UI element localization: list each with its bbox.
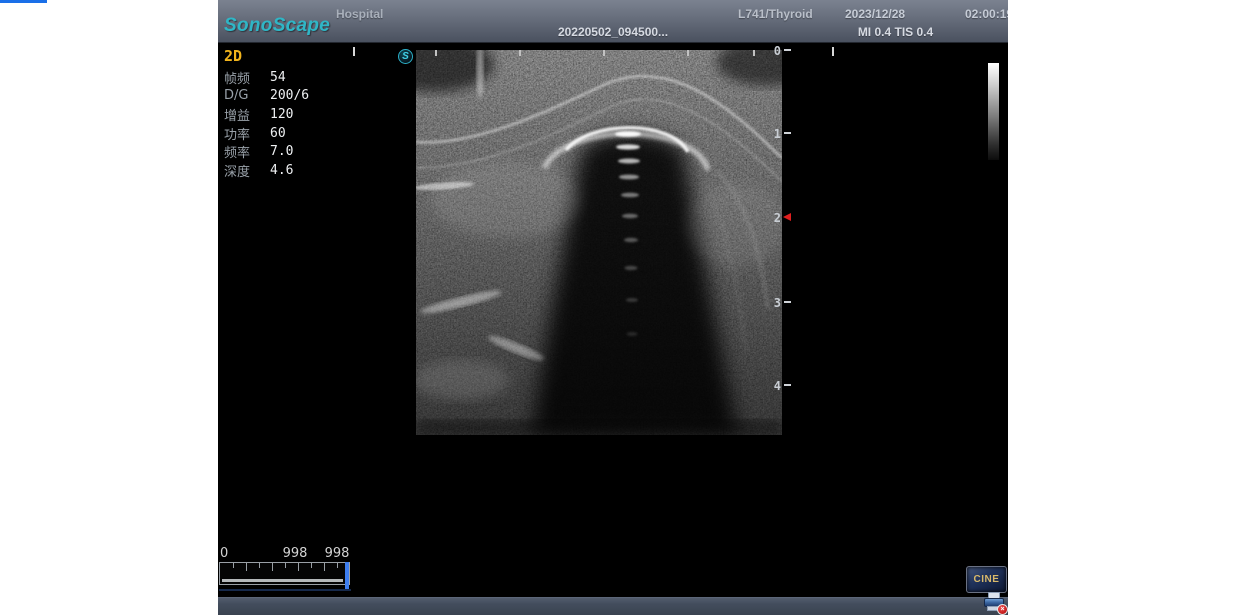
param-value: 60 <box>270 126 286 141</box>
ruler-tick <box>753 50 755 56</box>
cine-tick <box>311 563 312 568</box>
ruler-tick <box>687 50 689 56</box>
sonoscape-s-watermark-icon: S <box>398 49 413 64</box>
param-label: 深度 <box>224 161 270 180</box>
param-row: 增益 120 <box>224 105 354 124</box>
printer-status-icon[interactable]: × <box>984 592 1006 613</box>
param-label: 功率 <box>224 124 270 143</box>
cine-button[interactable]: CINE <box>966 566 1007 593</box>
exam-date: 2023/12/28 <box>845 7 905 21</box>
cine-tick <box>272 563 273 571</box>
depth-tick <box>784 301 791 303</box>
ultrasound-screen: SonoScape Hospital L741/Thyroid 2023/12/… <box>218 0 1008 615</box>
depth-tick-label: 2 <box>763 211 781 225</box>
param-row: D/G 200/6 <box>224 87 354 106</box>
cine-tick <box>259 563 260 568</box>
cine-progress-bar <box>222 579 343 582</box>
ruler-tick <box>832 47 834 56</box>
status-bar <box>218 597 1008 615</box>
mode-label: 2D <box>224 47 354 65</box>
param-value: 4.6 <box>270 163 293 178</box>
cine-scale-label: 998 <box>273 546 317 561</box>
cine-scale-label: 0 <box>220 546 228 561</box>
exam-time: 02:00:19 <box>965 7 1008 21</box>
param-value: 120 <box>270 107 293 122</box>
cine-position-marker[interactable] <box>345 562 349 590</box>
param-label: 增益 <box>224 105 270 124</box>
ruler-tick <box>435 50 437 56</box>
depth-tick <box>784 132 791 134</box>
cine-tick <box>324 563 325 571</box>
hospital-name: Hospital <box>336 7 383 21</box>
param-row: 频率 7.0 <box>224 142 354 161</box>
grayscale-map-bar <box>988 63 999 160</box>
screenshot-page: SonoScape Hospital L741/Thyroid 2023/12/… <box>0 0 1239 615</box>
param-value: 54 <box>270 70 286 85</box>
cine-loop-ruler[interactable] <box>219 562 350 585</box>
printer-error-badge-icon: × <box>997 604 1008 615</box>
ultrasound-image <box>416 50 782 435</box>
cine-scale-label: 998 <box>315 546 359 561</box>
browser-accent-line <box>0 0 47 3</box>
mi-tis-readout: MI 0.4 TIS 0.4 <box>828 25 963 39</box>
ruler-tick <box>519 50 521 56</box>
depth-tick-label: 1 <box>763 127 781 141</box>
depth-tick-label: 0 <box>763 44 781 58</box>
focus-position-marker-icon[interactable] <box>783 213 791 221</box>
depth-tick <box>784 49 791 51</box>
depth-tick-label: 4 <box>763 379 781 393</box>
cine-tick <box>337 563 338 568</box>
cine-tick <box>285 563 286 568</box>
param-row: 功率 60 <box>224 124 354 143</box>
header-bar: SonoScape Hospital L741/Thyroid 2023/12/… <box>218 0 1008 43</box>
cine-ruler-underline <box>219 589 351 591</box>
depth-tick-label: 3 <box>763 296 781 310</box>
param-value: 7.0 <box>270 144 293 159</box>
ruler-tick <box>353 47 355 56</box>
cine-tick <box>246 563 247 571</box>
param-row: 帧频 54 <box>224 68 354 87</box>
probe-preset: L741/Thyroid <box>738 7 813 21</box>
param-row: 深度 4.6 <box>224 161 354 180</box>
cine-tick <box>233 563 234 568</box>
param-label: D/G <box>224 88 270 103</box>
param-label: 频率 <box>224 142 270 161</box>
param-value: 200/6 <box>270 88 309 103</box>
parameter-panel: 2D 帧频 54 D/G 200/6 增益 120 功率 60 频率 7.0 <box>224 47 354 180</box>
param-label: 帧频 <box>224 68 270 87</box>
cine-tick <box>298 563 299 571</box>
depth-tick <box>784 384 791 386</box>
ruler-tick <box>603 50 605 56</box>
